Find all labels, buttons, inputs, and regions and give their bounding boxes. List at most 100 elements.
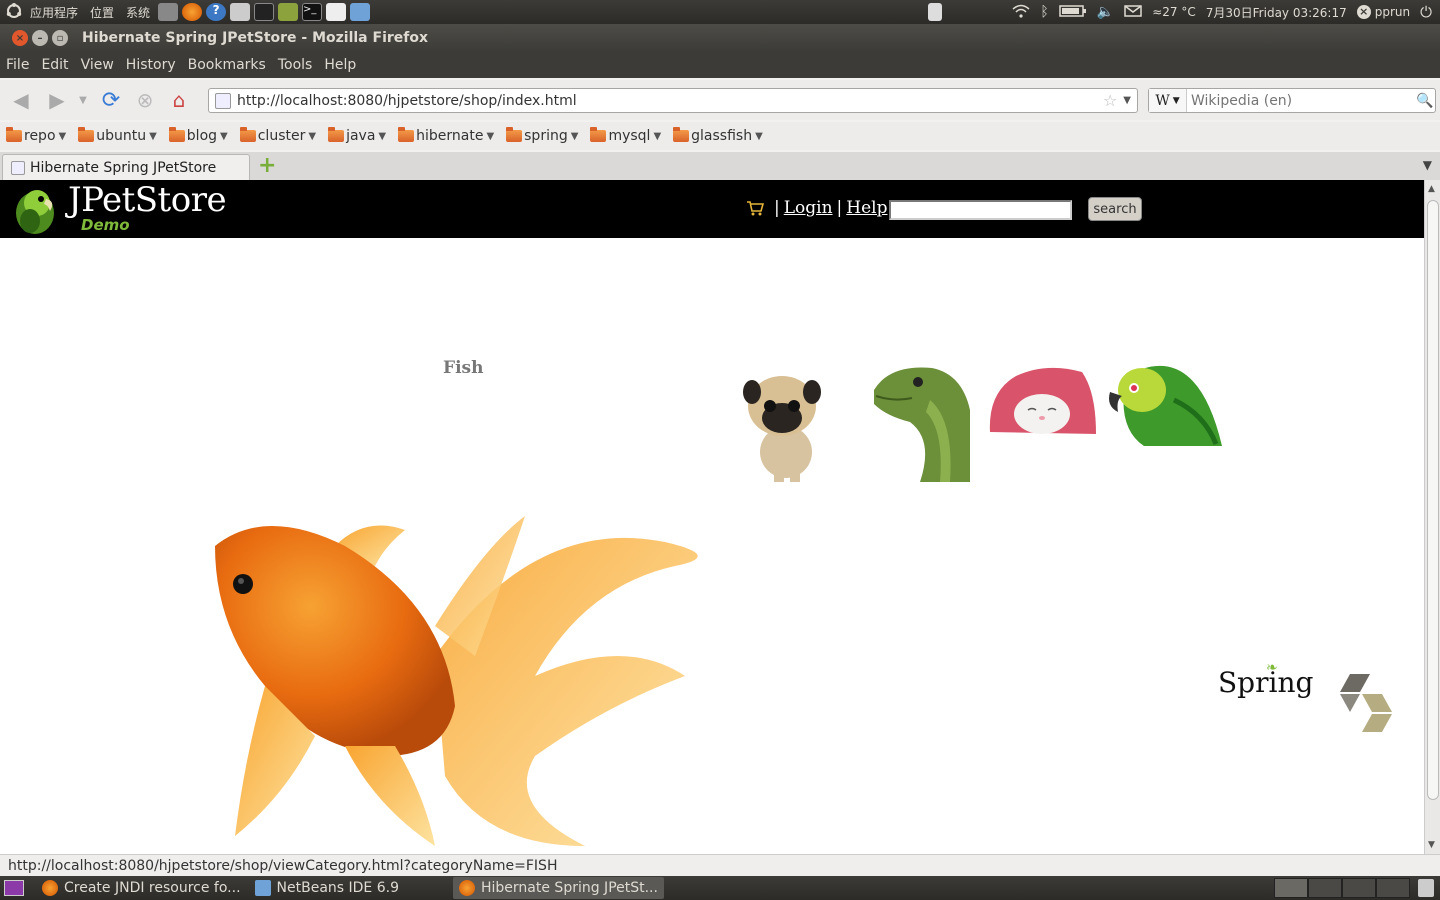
tab-list-dropdown-icon[interactable]: ▼ <box>1423 158 1432 172</box>
stop-icon[interactable]: ⊗ <box>132 87 158 113</box>
search-bar[interactable]: W ▼ 🔍 <box>1148 88 1436 113</box>
menu-bookmarks[interactable]: Bookmarks <box>182 57 272 73</box>
dropdown-arrow-icon: ▼ <box>570 130 579 142</box>
bookmark-folder-mysql[interactable]: mysql ▼ <box>590 127 661 144</box>
user-name: pprun <box>1374 5 1411 19</box>
url-dropdown-icon[interactable]: ▼ <box>1123 95 1131 106</box>
scroll-down-arrow-icon[interactable]: ▼ <box>1428 840 1435 850</box>
mail-icon[interactable] <box>1124 4 1142 20</box>
shopping-cart-icon[interactable] <box>746 200 764 216</box>
url-text[interactable]: http://localhost:8080/hjpetstore/shop/in… <box>237 93 1103 109</box>
ubuntu-logo-icon[interactable] <box>6 3 22 21</box>
clock[interactable]: 7月30日Friday 03:26:17 <box>1206 4 1347 21</box>
page-scrollbar[interactable]: ▲ ▼ <box>1424 180 1440 854</box>
back-arrow-icon[interactable]: ◀ <box>8 87 34 113</box>
taskbar-item-netbeans[interactable]: NetBeans IDE 6.9 <box>249 877 405 899</box>
volume-icon[interactable]: 🔈 <box>1097 4 1114 20</box>
help-launcher-icon[interactable]: ? <box>206 3 227 21</box>
bookmark-label: cluster <box>257 128 306 144</box>
menu-view[interactable]: View <box>75 57 120 73</box>
folder-icon <box>239 127 256 142</box>
power-icon[interactable]: ⏻ <box>1420 3 1432 21</box>
menu-history[interactable]: History <box>120 57 182 73</box>
menu-tools[interactable]: Tools <box>272 57 319 73</box>
system-monitor-launcher-icon[interactable] <box>254 3 275 21</box>
search-go-icon[interactable]: 🔍 <box>1415 93 1435 109</box>
user-indicator[interactable]: × pprun <box>1356 5 1411 19</box>
bluetooth-icon[interactable]: ᛒ <box>1040 4 1048 20</box>
reptile-category-image[interactable] <box>870 360 976 484</box>
menu-file[interactable]: File <box>0 57 35 73</box>
taskbar-item-firefox-jpetstore[interactable]: Hibernate Spring JPetSt... <box>453 877 664 899</box>
separator: | <box>774 198 780 218</box>
taskbar-item-firefox-jndi[interactable]: Create JNDI resource fo... <box>36 877 247 899</box>
scrollbar-thumb[interactable] <box>1427 200 1439 800</box>
workspace-4[interactable] <box>1376 878 1410 898</box>
workspace-switcher[interactable] <box>1274 878 1410 898</box>
site-identity-icon[interactable] <box>215 92 231 109</box>
reload-icon[interactable]: ⟳ <box>98 87 124 113</box>
new-tab-plus-icon[interactable]: + <box>258 153 276 178</box>
bookmark-folder-cluster[interactable]: cluster ▼ <box>239 127 316 144</box>
wifi-icon[interactable] <box>1012 4 1030 21</box>
firefox-launcher-icon[interactable] <box>182 3 203 21</box>
show-desktop-icon[interactable] <box>4 880 24 896</box>
search-input[interactable] <box>1187 92 1415 109</box>
bookmark-folder-java[interactable]: java ▼ <box>328 127 386 144</box>
help-link[interactable]: Help <box>846 198 887 218</box>
battery-icon[interactable] <box>1059 4 1087 20</box>
maximize-window-button[interactable]: ▫ <box>52 30 68 46</box>
close-window-button[interactable]: × <box>12 30 28 46</box>
menu-edit[interactable]: Edit <box>35 57 74 73</box>
search-engine-selector[interactable]: W ▼ <box>1149 89 1187 112</box>
netbeans-launcher-icon[interactable] <box>350 3 371 21</box>
bookmark-label: blog <box>186 128 218 144</box>
scroll-up-arrow-icon[interactable]: ▲ <box>1428 184 1435 194</box>
system-menu[interactable]: 系统 <box>120 4 156 21</box>
calculator-launcher-icon[interactable] <box>230 3 251 21</box>
bird-category-image[interactable] <box>1104 360 1224 450</box>
hibernate-logo-icon[interactable] <box>1336 672 1396 734</box>
dog-category-image[interactable] <box>734 364 834 484</box>
search-button[interactable]: search <box>1088 197 1142 221</box>
trash-icon[interactable] <box>1418 879 1434 897</box>
logo-title[interactable]: JPetStore <box>68 180 227 220</box>
notes-icon[interactable] <box>928 3 943 21</box>
forward-arrow-icon[interactable]: ▶ <box>44 87 70 113</box>
tab-jpetstore[interactable]: Hibernate Spring JPetStore <box>2 154 250 180</box>
bookmark-folder-glassfish[interactable]: glassfish ▼ <box>673 127 763 144</box>
url-bar[interactable]: http://localhost:8080/hjpetstore/shop/in… <box>208 88 1138 113</box>
text-editor-launcher-icon[interactable] <box>326 3 347 21</box>
fish-category-image[interactable] <box>205 506 720 854</box>
history-dropdown-icon[interactable]: ▼ <box>76 87 90 113</box>
minimize-window-button[interactable]: – <box>32 30 48 46</box>
bookmark-folder-hibernate[interactable]: hibernate ▼ <box>398 127 494 144</box>
places-menu[interactable]: 位置 <box>84 4 120 21</box>
dictionary-launcher-icon[interactable] <box>278 3 299 21</box>
menu-help[interactable]: Help <box>318 57 362 73</box>
window-titlebar[interactable]: × – ▫ Hibernate Spring JPetStore - Mozil… <box>0 24 1440 52</box>
bookmark-folder-spring[interactable]: spring ▼ <box>506 127 579 144</box>
terminal-launcher-icon[interactable]: >_ <box>302 3 323 21</box>
spring-logo[interactable]: Spring ❧ <box>1218 660 1313 699</box>
bookmark-label: java <box>346 128 376 144</box>
login-link[interactable]: Login <box>784 198 833 218</box>
product-search-input[interactable] <box>889 200 1072 220</box>
folder-icon <box>398 127 415 142</box>
applications-menu[interactable]: 应用程序 <box>24 4 84 21</box>
tab-label: Hibernate Spring JPetStore <box>30 159 217 176</box>
parrot-logo-icon[interactable] <box>10 183 60 235</box>
workspace-3[interactable] <box>1342 878 1376 898</box>
cat-category-image[interactable] <box>986 362 1098 442</box>
bookmark-star-icon[interactable]: ☆ <box>1103 91 1117 110</box>
home-icon[interactable]: ⌂ <box>166 87 192 113</box>
bookmark-folder-ubuntu[interactable]: ubuntu ▼ <box>78 127 157 144</box>
workspace-1[interactable] <box>1274 878 1308 898</box>
workspace-2[interactable] <box>1308 878 1342 898</box>
bookmark-label: glassfish <box>691 128 753 144</box>
bookmark-folder-repo[interactable]: repo ▼ <box>6 127 66 144</box>
weather-indicator[interactable]: ≈27 °C <box>1152 5 1196 19</box>
screenshot-launcher-icon[interactable] <box>158 3 179 21</box>
bookmark-folder-blog[interactable]: blog ▼ <box>168 127 228 144</box>
navigation-toolbar: ◀ ▶ ▼ ⟳ ⊗ ⌂ http://localhost:8080/hjpets… <box>0 80 1440 120</box>
